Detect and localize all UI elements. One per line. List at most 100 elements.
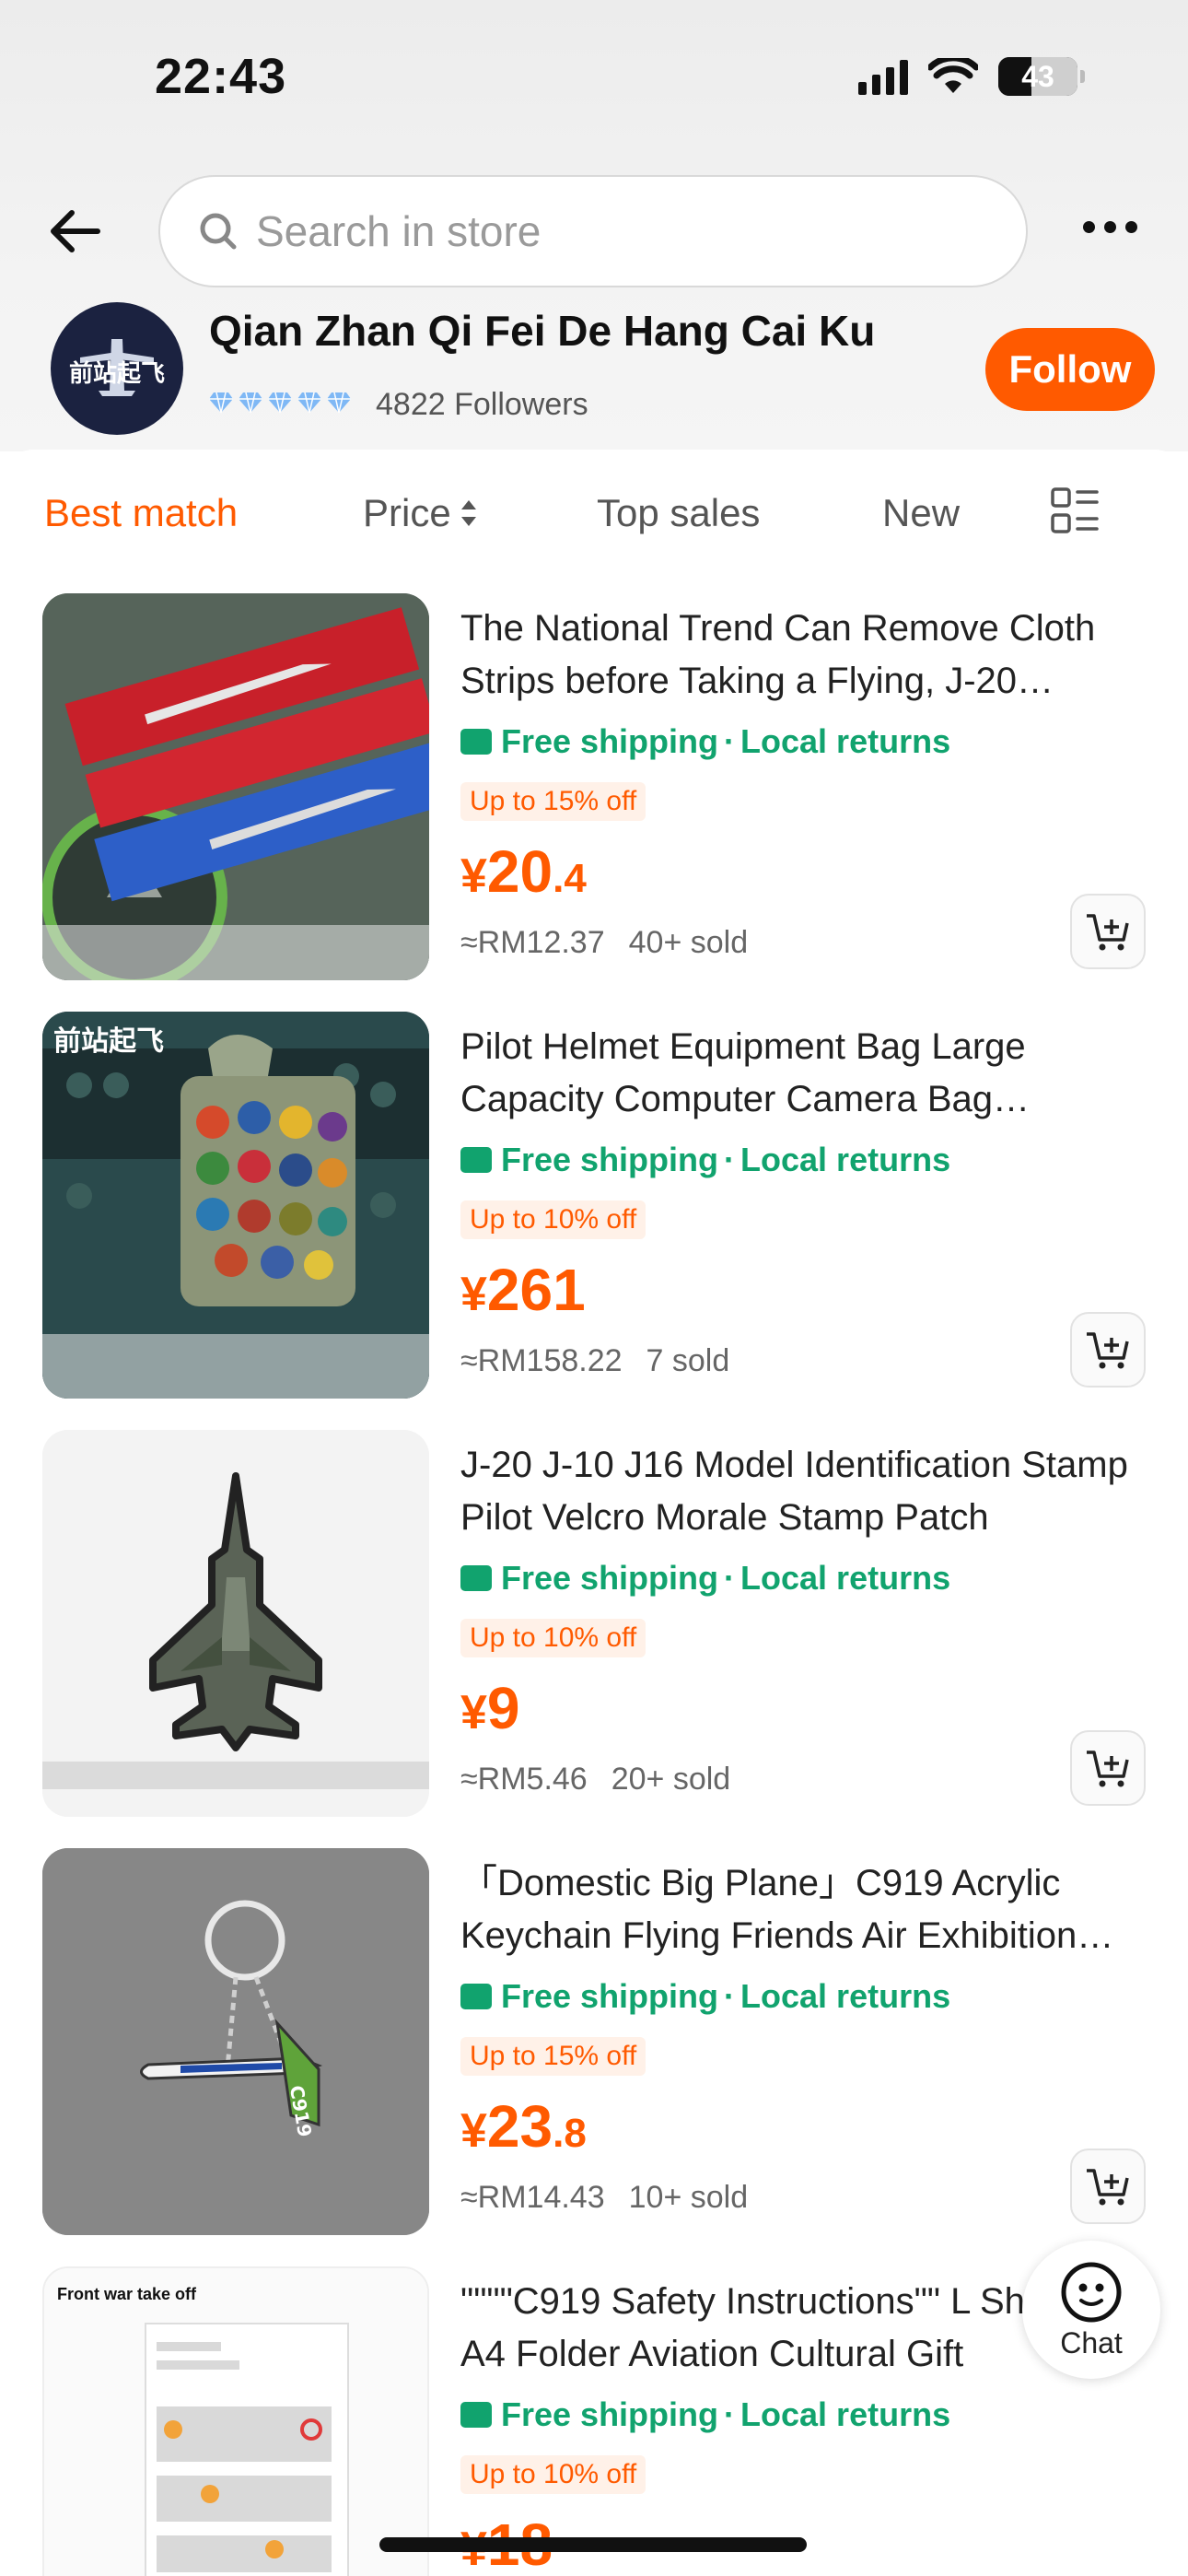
store-followers: 4822 Followers (376, 387, 588, 422)
product-image[interactable] (42, 593, 429, 980)
product-image[interactable]: 前站起飞 (42, 1012, 429, 1399)
store-name: Qian Zhan Qi Fei De Hang Cai Ku (209, 307, 876, 355)
discount-badge: Up to 10% off (460, 2455, 646, 2494)
sort-price-label: Price (363, 491, 451, 534)
product-meta: ≈RM12.37 40+ sold (460, 925, 748, 961)
free-shipping-label: Free shipping (501, 1977, 719, 2015)
sort-price[interactable]: Price (363, 491, 479, 535)
add-to-cart-button[interactable] (1070, 1730, 1146, 1806)
free-shipping-icon (460, 1984, 492, 2009)
sold-count: 7 sold (646, 1343, 730, 1378)
diamond-icon (209, 392, 233, 414)
sort-new[interactable]: New (882, 491, 960, 535)
screen: 22:43 43 前站起飞 Qi (0, 0, 1188, 2576)
free-shipping-icon (460, 729, 492, 755)
sort-best-match[interactable]: Best match (44, 491, 238, 535)
home-indicator (379, 2537, 807, 2552)
store-rating-diamonds (208, 391, 352, 415)
free-shipping-icon (460, 1565, 492, 1591)
product-image[interactable]: C919 (42, 1848, 429, 2235)
product-title: J-20 J-10 J16 Model Identification Stamp… (460, 1445, 1128, 1538)
add-to-cart-icon (1087, 1751, 1129, 1787)
discount-badge: Up to 10% off (460, 1200, 646, 1239)
search-input[interactable] (256, 206, 956, 256)
status-icons: 43 (858, 57, 1085, 96)
product-meta: ≈RM14.43 10+ sold (460, 2180, 748, 2216)
price-integer: 261 (486, 1257, 586, 1323)
shipping-info: Free shipping · Local returns (460, 722, 950, 761)
add-to-cart-icon (1087, 1332, 1129, 1369)
product-card[interactable]: J-20 J-10 J16 Model Identification Stamp… (0, 1430, 1188, 1817)
local-returns-label: Local returns (740, 722, 951, 760)
price-decimal: .4 (553, 856, 587, 901)
svg-text:前站起飞: 前站起飞 (53, 1025, 164, 1058)
converted-price: ≈RM5.46 (460, 1762, 588, 1797)
add-to-cart-button[interactable] (1070, 1312, 1146, 1388)
store-search-bar[interactable] (158, 175, 1028, 287)
shipping-info: Free shipping · Local returns (460, 1977, 950, 2016)
battery-icon: 43 (998, 57, 1085, 96)
shipping-info: Free shipping · Local returns (460, 1141, 950, 1179)
product-card[interactable]: C919 「Domestic Big Plane」C919 Acrylic Ke… (0, 1848, 1188, 2235)
product-title: The National Trend Can Remove Cloth Stri… (460, 608, 1096, 701)
diamond-icon (268, 392, 292, 414)
discount-badge: Up to 15% off (460, 782, 646, 821)
product-meta: ≈RM5.46 20+ sold (460, 1762, 730, 1797)
product-title: Pilot Helmet Equipment Bag Large Capacit… (460, 1026, 1026, 1119)
price-integer: 20 (486, 838, 553, 905)
store-avatar[interactable]: 前站起飞 (51, 302, 183, 435)
product-card[interactable]: The National Trend Can Remove Cloth Stri… (0, 593, 1188, 980)
diamond-icon (327, 392, 351, 414)
local-returns-label: Local returns (740, 2395, 951, 2433)
thumb-caption: Front war take off (57, 2285, 197, 2303)
local-returns-label: Local returns (740, 1977, 951, 2015)
shipping-info: Free shipping · Local returns (460, 2395, 950, 2434)
add-to-cart-button[interactable] (1070, 894, 1146, 969)
free-shipping-label: Free shipping (501, 722, 719, 760)
product-price: ¥23.8 (460, 2092, 587, 2160)
sort-bar: Best match Price Top sales New (0, 484, 1188, 548)
currency-symbol: ¥ (460, 1686, 487, 1739)
discount-badge: Up to 10% off (460, 1619, 646, 1657)
diamond-icon (297, 392, 321, 414)
status-time: 22:43 (155, 49, 287, 104)
product-price: ¥9 (460, 1674, 520, 1742)
product-image[interactable] (42, 1430, 429, 1817)
converted-price: ≈RM14.43 (460, 2180, 605, 2215)
product-card[interactable]: Front war take off """"C919 Safety Instr… (0, 2266, 1188, 2576)
product-price: ¥20.4 (460, 837, 587, 906)
free-shipping-label: Free shipping (501, 2395, 719, 2433)
converted-price: ≈RM12.37 (460, 925, 605, 960)
sort-arrows-icon (460, 500, 476, 526)
layout-toggle-icon[interactable] (1050, 486, 1100, 536)
sold-count: 10+ sold (628, 2180, 749, 2215)
cellular-signal-icon (858, 58, 908, 95)
back-arrow-icon[interactable] (46, 203, 103, 260)
currency-symbol: ¥ (460, 2104, 487, 2158)
product-meta: ≈RM158.22 7 sold (460, 1343, 729, 1379)
price-integer: 9 (486, 1675, 520, 1741)
local-returns-label: Local returns (740, 1559, 951, 1597)
chat-button[interactable]: Chat (1022, 2241, 1160, 2379)
more-options-icon[interactable] (1083, 221, 1137, 233)
product-title: 「Domestic Big Plane」C919 Acrylic Keychai… (460, 1863, 1077, 1956)
chat-label: Chat (1060, 2325, 1123, 2359)
product-card[interactable]: 前站起飞 Pilot Helmet Equipment Bag Large Ca… (0, 1012, 1188, 1399)
add-to-cart-icon (1087, 914, 1129, 951)
sort-top-sales[interactable]: Top sales (597, 491, 760, 535)
product-price: ¥261 (460, 1256, 586, 1324)
add-to-cart-icon (1087, 2169, 1129, 2206)
free-shipping-icon (460, 2402, 492, 2428)
free-shipping-label: Free shipping (501, 1559, 719, 1597)
chat-face-icon (1061, 2262, 1122, 2322)
free-shipping-label: Free shipping (501, 1141, 719, 1178)
local-returns-label: Local returns (740, 1141, 951, 1178)
price-decimal: .8 (553, 2111, 587, 2156)
follow-button[interactable]: Follow (985, 328, 1155, 411)
shipping-info: Free shipping · Local returns (460, 1559, 950, 1598)
discount-badge: Up to 15% off (460, 2037, 646, 2076)
wifi-icon (928, 58, 978, 93)
converted-price: ≈RM158.22 (460, 1343, 623, 1378)
add-to-cart-button[interactable] (1070, 2149, 1146, 2224)
product-image[interactable]: Front war take off (42, 2266, 429, 2576)
